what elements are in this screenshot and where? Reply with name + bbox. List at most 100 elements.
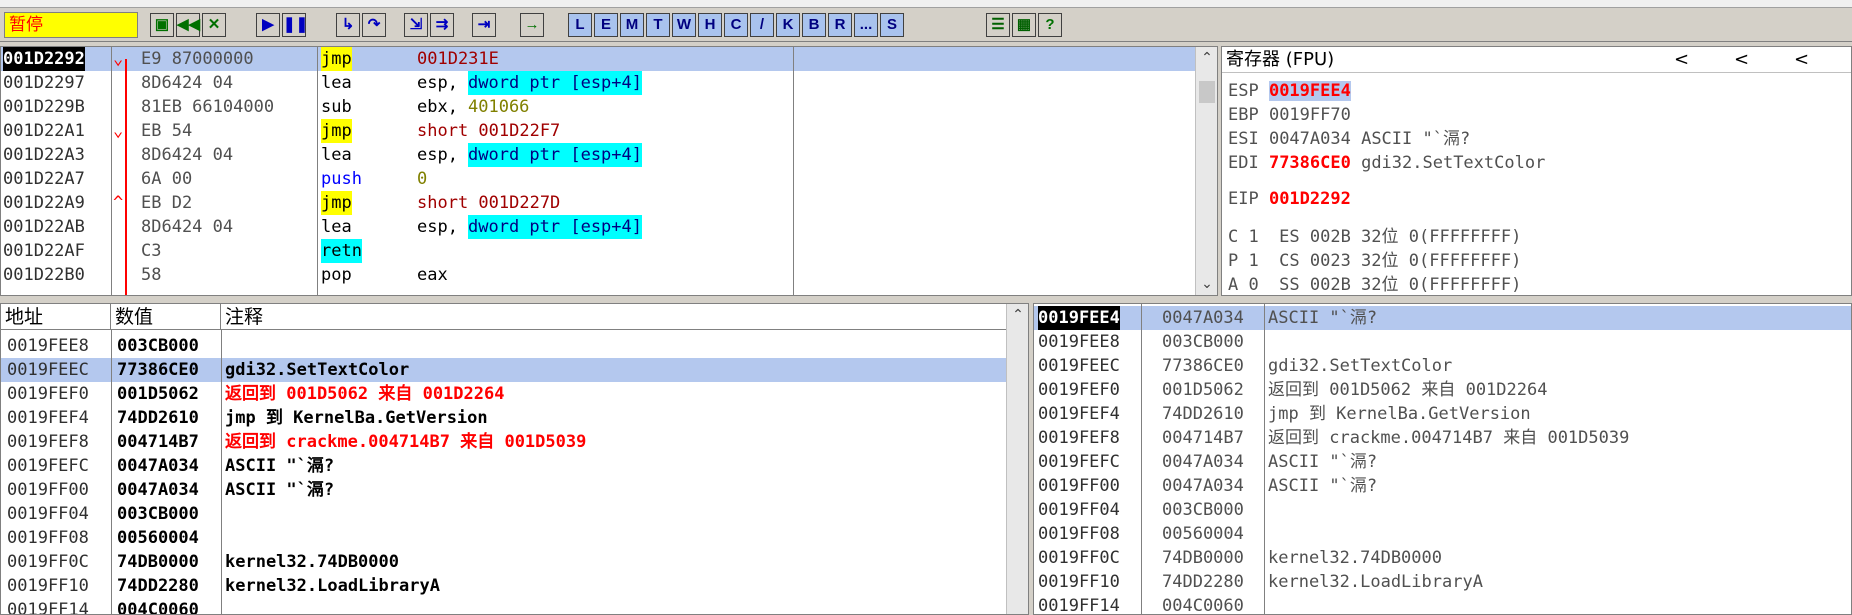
register-line[interactable]: P 1 CS 0023 32位 0(FFFFFFFF) [1228,249,1521,273]
disasm-row[interactable]: 001D22B0 58 pop eax [1,263,1197,287]
trace-over-icon[interactable]: ⇉ [430,13,454,37]
register-line[interactable]: EBP 0019FF70 [1228,103,1351,127]
toolbar-window-button-c[interactable]: C [724,13,748,37]
toolbar-window-button-s[interactable]: S [880,13,904,37]
toolbar-window-button-k[interactable]: K [776,13,800,37]
menu-bar[interactable] [0,0,1852,8]
stack-row[interactable]: 0019FEEC 77386CE0 gdi32.SetTextColor [1034,354,1851,378]
toolbar-window-button-h[interactable]: H [698,13,722,37]
registers-nav-left-icon[interactable]: < [1734,47,1749,73]
stack-row[interactable]: 0019FEF8 004714B7 返回到 crackme.004714B7 来自 … [1034,426,1851,450]
stack-row[interactable]: 0019FF04 003CB000 [1034,498,1851,522]
column-header-comment[interactable]: 注释 [221,304,1008,330]
dump-row[interactable]: 0019FF04 003CB000 [1,502,1008,526]
stack-row[interactable]: 0019FEE8 003CB000 [1034,330,1851,354]
step-over-icon[interactable]: ↷ [362,13,386,37]
registers-header[interactable]: 寄存器 (FPU) [1222,47,1851,73]
open-icon[interactable]: ▣ [150,13,174,37]
register-value[interactable]: 0019FF70 [1269,105,1351,125]
register-value[interactable]: 77386CE0 [1269,153,1351,173]
registers-nav-left-icon[interactable]: < [1794,47,1809,73]
toolbar-window-button-ellipsis[interactable]: ... [854,13,878,37]
dump-row[interactable]: 0019FF14 004C0060 [1,598,1008,614]
stack-address: 0019FEEC [1038,356,1120,376]
execute-till-return-icon[interactable]: ⇥ [472,13,496,37]
toolbar-window-button-m[interactable]: M [620,13,644,37]
help-icon[interactable]: ? [1038,13,1062,37]
registers-pane[interactable]: 寄存器 (FPU) < < < ESP 0019FEE4 EBP 0019FF70… [1221,46,1852,296]
goto-icon[interactable]: → [520,13,544,37]
toolbar-window-button-w[interactable]: W [672,13,696,37]
trace-into-icon[interactable]: ⇲ [404,13,428,37]
stack-value: 0047A034 [1162,452,1244,472]
column-header-address[interactable]: 地址 [1,304,111,330]
column-divider [1141,304,1142,614]
column-header-value[interactable]: 数值 [111,304,221,330]
close-icon[interactable]: ✕ [202,13,226,37]
registers-nav-left-icon[interactable]: < [1674,47,1689,73]
scroll-up-icon[interactable]: ⌃ [1196,47,1217,69]
dump-row[interactable]: 0019FF10 74DD2280 kernel32.LoadLibraryA [1,574,1008,598]
disasm-row[interactable]: 001D22A7 6A 00 push 0 [1,167,1197,191]
dump-row[interactable]: 0019FEE8 003CB000 [1,334,1008,358]
stack-row[interactable]: 0019FF08 00560004 [1034,522,1851,546]
disasm-row[interactable]: 001D22A1 ⌄ EB 54 jmp short 001D22F7 [1,119,1197,143]
disasm-row[interactable]: 001D22A9 ^ EB D2 jmp short 001D227D [1,191,1197,215]
stack-row[interactable]: 0019FEE4 0047A034 ASCII "`滆? [1034,306,1851,330]
register-line[interactable]: EDI 77386CE0 gdi32.SetTextColor [1228,151,1545,175]
restart-icon[interactable]: ◀◀ [176,13,200,37]
disasm-row[interactable]: 001D22A3 8D6424 04 lea esp, dword ptr [esp+… [1,143,1197,167]
disasm-row[interactable]: 001D2292 ⌄ E9 87000000 jmp 001D231E [1,47,1197,71]
dump-row[interactable]: 0019FF08 00560004 [1,526,1008,550]
pause-icon[interactable]: ❚❚ [282,13,308,37]
toolbar-window-button-b[interactable]: B [802,13,826,37]
scroll-thumb[interactable] [1199,81,1215,103]
register-line[interactable]: ESP 0019FEE4 [1228,79,1351,103]
toolbar-window-button-l[interactable]: L [568,13,592,37]
disasm-hex: 8D6424 04 [141,145,234,165]
dump-row[interactable]: 0019FEF8 004714B7 返回到 crackme.004714B7 来自 … [1,430,1008,454]
toolbar-window-button-t[interactable]: T [646,13,670,37]
stack-row[interactable]: 0019FF0C 74DB0000 kernel32.74DB0000 [1034,546,1851,570]
options-icon[interactable]: ☰ [986,13,1010,37]
scroll-down-icon[interactable]: ⌄ [1196,273,1217,295]
stack-value: 004C0060 [1162,596,1244,615]
dump-row[interactable]: 0019FEF4 74DD2610 jmp 到 KernelBa.GetVersio… [1,406,1008,430]
stack-row[interactable]: 0019FF10 74DD2280 kernel32.LoadLibraryA [1034,570,1851,594]
stack-row[interactable]: 0019FF00 0047A034 ASCII "`滆? [1034,474,1851,498]
stack-address: 0019FF08 [1038,524,1120,544]
dump-row[interactable]: 0019FEF0 001D5062 返回到 001D5062 来自 001D2264 [1,382,1008,406]
register-value[interactable]: 0047A034 [1269,129,1351,149]
disassembly-pane[interactable]: 001D2292 ⌄ E9 87000000 jmp 001D231E 001D2297 8… [0,46,1218,296]
jump-arrow-icon: ⌄ [113,49,124,69]
stack-row[interactable]: 0019FEF0 001D5062 返回到 001D5062 来自 001D2264 [1034,378,1851,402]
appearance-icon[interactable]: ▦ [1012,13,1036,37]
stack-row[interactable]: 0019FEFC 0047A034 ASCII "`滆? [1034,450,1851,474]
step-into-icon[interactable]: ↳ [336,13,360,37]
dump-row[interactable]: 0019FF00 0047A034 ASCII "`滆? [1,478,1008,502]
disasm-row[interactable]: 001D2297 8D6424 04 lea esp, dword ptr [esp+… [1,71,1197,95]
dump-row[interactable]: 0019FEEC 77386CE0 gdi32.SetTextColor [1,358,1008,382]
dump-row[interactable]: 0019FEFC 0047A034 ASCII "`滆? [1,454,1008,478]
register-line[interactable]: A 0 SS 002B 32位 0(FFFFFFFF) [1228,273,1521,295]
disasm-row[interactable]: 001D229B 81EB 66104000 sub ebx, 401066 [1,95,1197,119]
dump-scrollbar[interactable]: ⌃ [1006,304,1028,614]
register-line[interactable]: C 1 ES 002B 32位 0(FFFFFFFF) [1228,225,1521,249]
toolbar-window-button-e[interactable]: E [594,13,618,37]
stack-row[interactable]: 0019FEF4 74DD2610 jmp 到 KernelBa.GetVersio… [1034,402,1851,426]
toolbar-window-button-slash[interactable]: / [750,13,774,37]
stack-row[interactable]: 0019FF14 004C0060 [1034,594,1851,615]
register-value[interactable]: 001D2292 [1269,189,1351,209]
register-value[interactable]: 0019FEE4 [1268,81,1351,101]
register-line[interactable]: ESI 0047A034 ASCII "`滆? [1228,127,1470,151]
toolbar-window-button-r[interactable]: R [828,13,852,37]
disasm-row[interactable]: 001D22AF C3 retn [1,239,1197,263]
stack-pane[interactable]: 0019FEE4 0047A034 ASCII "`滆? 0019FEE8 003CB0… [1033,303,1852,615]
register-line[interactable]: EIP 001D2292 [1228,187,1351,211]
dump-row[interactable]: 0019FF0C 74DB0000 kernel32.74DB0000 [1,550,1008,574]
disassembly-scrollbar[interactable]: ⌃ ⌄ [1195,47,1217,295]
memory-dump-pane[interactable]: 地址 数值 注释 0019FEE8 003CB000 0019FEEC 77386CE… [0,303,1029,615]
scroll-up-icon[interactable]: ⌃ [1007,304,1028,326]
run-icon[interactable]: ▶ [256,13,280,37]
disasm-row[interactable]: 001D22AB 8D6424 04 lea esp, dword ptr [esp+… [1,215,1197,239]
